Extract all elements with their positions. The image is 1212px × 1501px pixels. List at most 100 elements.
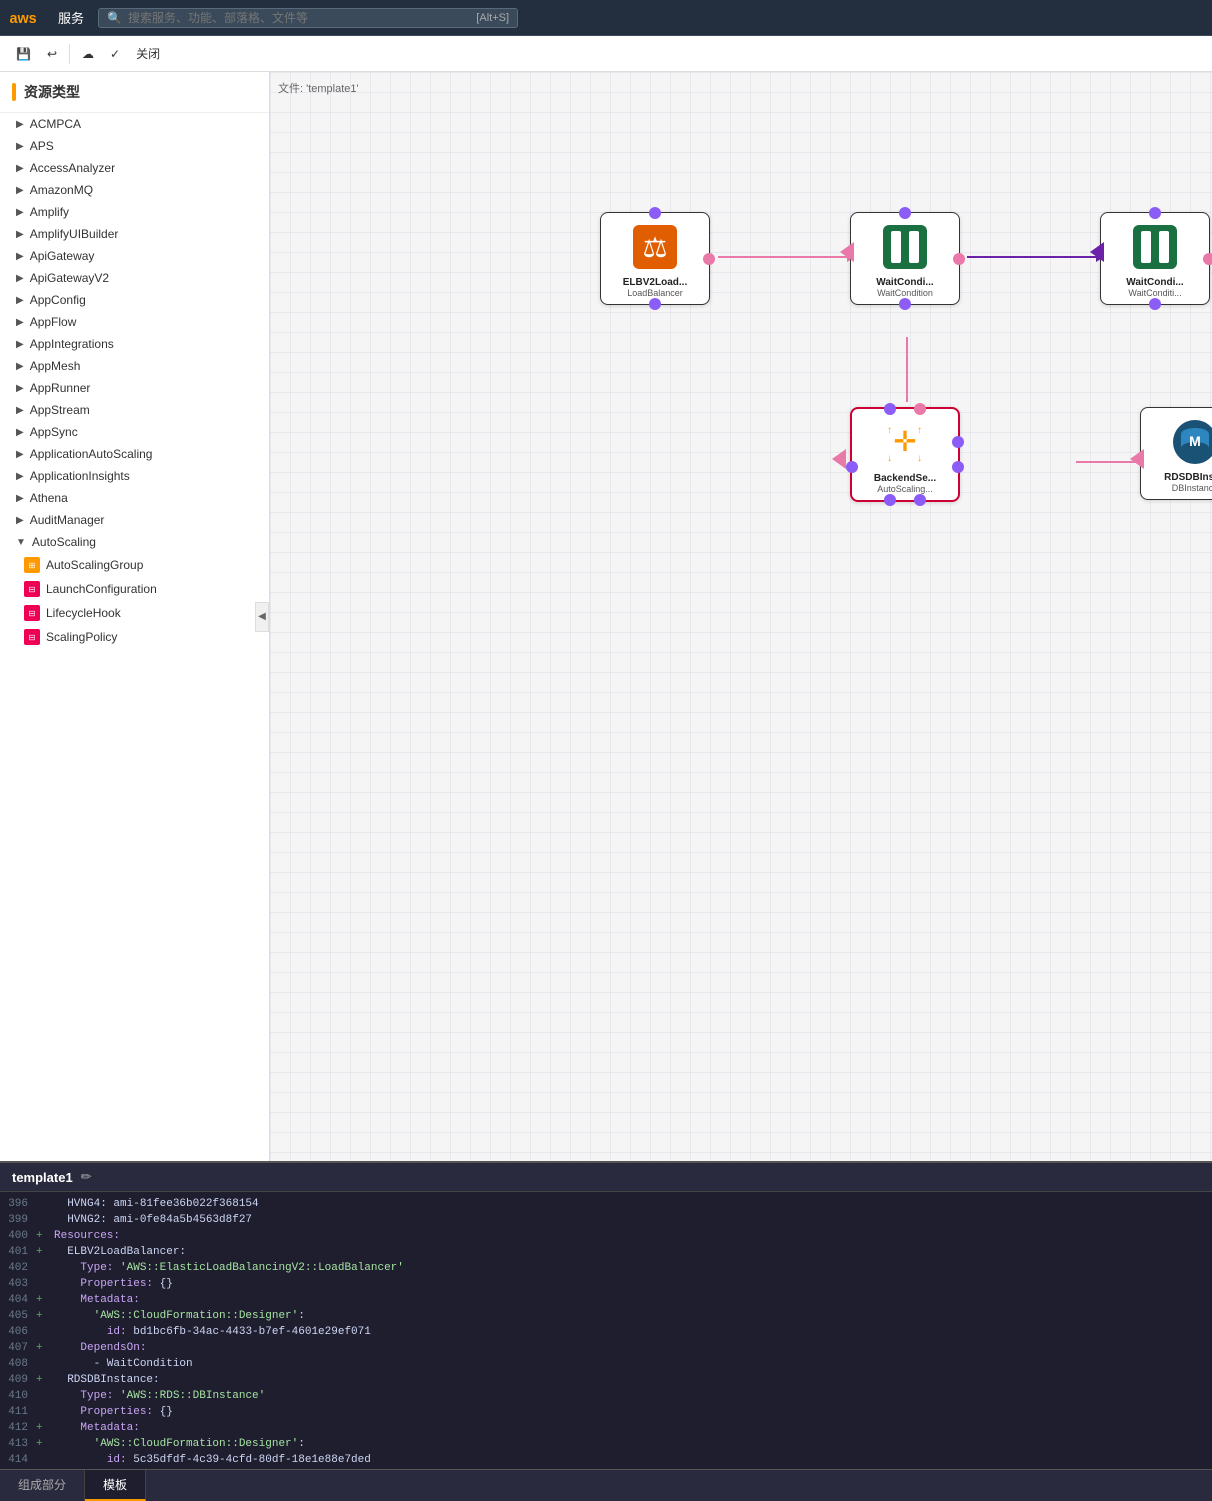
- node-wait1[interactable]: WaitCondi... WaitCondition: [850, 212, 960, 305]
- line-content: Metadata:: [50, 1420, 140, 1436]
- code-line: 410 Type: 'AWS::RDS::DBInstance': [0, 1388, 1212, 1404]
- line-content: Type: 'AWS::RDS::DBInstance': [50, 1388, 265, 1404]
- line-content: 'AWS::CloudFormation::Designer':: [50, 1308, 305, 1324]
- line-sign: [36, 1356, 50, 1372]
- line-number: 404: [0, 1292, 36, 1308]
- arrow-icon: ▶: [16, 295, 24, 306]
- dot-right: [953, 253, 965, 265]
- node-wait1-type: WaitCondition: [857, 288, 953, 298]
- sidebar-item-AmazonMQ[interactable]: ▶ AmazonMQ: [0, 179, 269, 201]
- editor-title: template1: [12, 1170, 73, 1185]
- node-elb[interactable]: ⚖ ELBV2Load... LoadBalancer: [600, 212, 710, 305]
- sidebar-item-AppStream[interactable]: ▶ AppStream: [0, 399, 269, 421]
- node-rds-title: RDSDBInst...: [1147, 472, 1212, 483]
- node-wait2-type: WaitConditi...: [1107, 288, 1203, 298]
- sidebar-item-AccessAnalyzer[interactable]: ▶ AccessAnalyzer: [0, 157, 269, 179]
- arrow-icon: ▶: [16, 449, 24, 460]
- arrow-icon: ▶: [16, 493, 24, 504]
- launch-config-icon: ⊟: [24, 581, 40, 597]
- upload-button[interactable]: ☁: [78, 45, 98, 63]
- arrow-icon: ▶: [16, 207, 24, 218]
- dot-bottom: [1149, 298, 1161, 310]
- sidebar-sub-LaunchConfiguration[interactable]: ⊟ LaunchConfiguration: [0, 577, 269, 601]
- line-number: 407: [0, 1340, 36, 1356]
- sidebar-item-ApplicationInsights[interactable]: ▶ ApplicationInsights: [0, 465, 269, 487]
- sidebar-item-Amplify[interactable]: ▶ Amplify: [0, 201, 269, 223]
- tab-components[interactable]: 组成部分: [0, 1470, 85, 1501]
- line-content: Properties: {}: [50, 1404, 173, 1420]
- sidebar-item-AppSync[interactable]: ▶ AppSync: [0, 421, 269, 443]
- line-content: HVNG4: ami-81fee36b022f368154: [50, 1196, 259, 1212]
- code-line: 401+ ELBV2LoadBalancer:: [0, 1244, 1212, 1260]
- undo-button[interactable]: ↩: [43, 45, 61, 63]
- dot-right: [703, 253, 715, 265]
- code-line: 414 id: 5c35dfdf-4c39-4cfd-80df-18e1e88e…: [0, 1452, 1212, 1468]
- close-button[interactable]: 关闭: [132, 43, 164, 64]
- canvas-area[interactable]: 文件: 'template1' ⚖: [270, 72, 1212, 1161]
- sidebar-item-AppFlow[interactable]: ▶ AppFlow: [0, 311, 269, 333]
- sidebar-item-AuditManager[interactable]: ▶ AuditManager: [0, 509, 269, 531]
- elb-icon: ⚖: [629, 221, 681, 273]
- sidebar-sub-ScalingPolicy[interactable]: ⊟ ScalingPolicy: [0, 625, 269, 649]
- sidebar-item-Athena[interactable]: ▶ Athena: [0, 487, 269, 509]
- save-button[interactable]: 💾: [12, 45, 35, 63]
- code-editor[interactable]: 396 HVNG4: ami-81fee36b022f368154399 HVN…: [0, 1192, 1212, 1469]
- sidebar-item-AppIntegrations[interactable]: ▶ AppIntegrations: [0, 333, 269, 355]
- arrow-icon: ▶: [16, 119, 24, 130]
- search-bar[interactable]: 🔍 [Alt+S]: [98, 8, 518, 28]
- sidebar-item-ApiGateway[interactable]: ▶ ApiGateway: [0, 245, 269, 267]
- code-line: 407+ DependsOn:: [0, 1340, 1212, 1356]
- connections-svg: [270, 72, 1212, 1161]
- dot-rt: [952, 436, 964, 448]
- dot-top: [1149, 207, 1161, 219]
- sidebar-item-APS[interactable]: ▶ APS: [0, 135, 269, 157]
- sidebar-sub-LifecycleHook[interactable]: ⊟ LifecycleHook: [0, 601, 269, 625]
- validate-button[interactable]: ✓: [106, 45, 124, 63]
- line-sign: [36, 1196, 50, 1212]
- dot-top: [649, 207, 661, 219]
- sidebar-item-AppMesh[interactable]: ▶ AppMesh: [0, 355, 269, 377]
- search-input[interactable]: [128, 11, 470, 25]
- sidebar-item-AppConfig[interactable]: ▶ AppConfig: [0, 289, 269, 311]
- svg-text:aws: aws: [9, 11, 36, 27]
- sidebar-collapse-button[interactable]: ◀: [255, 602, 269, 632]
- save-icon: 💾: [16, 47, 31, 61]
- line-content: - WaitCondition: [50, 1356, 193, 1372]
- sidebar-item-AutoScaling[interactable]: ▼ AutoScaling: [0, 531, 269, 553]
- arrow-icon: ▶: [16, 185, 24, 196]
- tab-template[interactable]: 模板: [85, 1470, 146, 1501]
- arrow-icon: ▶: [16, 515, 24, 526]
- services-menu[interactable]: 服务: [52, 8, 90, 27]
- node-wait2[interactable]: WaitCondi... WaitConditi...: [1100, 212, 1210, 305]
- line-content: Properties: {}: [50, 1276, 173, 1292]
- line-sign: +: [36, 1372, 50, 1388]
- line-content: ELBV2LoadBalancer:: [50, 1244, 186, 1260]
- line-sign: +: [36, 1292, 50, 1308]
- line-number: 400: [0, 1228, 36, 1244]
- line-number: 406: [0, 1324, 36, 1340]
- sidebar-sub-AutoScalingGroup[interactable]: ⊞ AutoScalingGroup: [0, 553, 269, 577]
- sidebar-item-ApiGatewayV2[interactable]: ▶ ApiGatewayV2: [0, 267, 269, 289]
- arrow-icon: ▶: [16, 471, 24, 482]
- code-line: 411 Properties: {}: [0, 1404, 1212, 1420]
- edit-icon[interactable]: ✏: [81, 1169, 92, 1185]
- line-sign: +: [36, 1244, 50, 1260]
- node-backend[interactable]: ✛ ↑ ↑ ↓ ↓ BackendSe... AutoScaling...: [850, 407, 960, 502]
- sidebar-item-AmplifyUIBuilder[interactable]: ▶ AmplifyUIBuilder: [0, 223, 269, 245]
- sidebar-item-ACMPCA[interactable]: ▶ ACMPCA: [0, 113, 269, 135]
- code-line: 396 HVNG4: ami-81fee36b022f368154: [0, 1196, 1212, 1212]
- line-number: 412: [0, 1420, 36, 1436]
- line-number: 408: [0, 1356, 36, 1372]
- validate-icon: ✓: [110, 47, 120, 61]
- node-backend-title: BackendSe...: [858, 473, 952, 484]
- svg-text:↑: ↑: [887, 425, 892, 436]
- node-rds[interactable]: M RDSDBInst... DBInstance: [1140, 407, 1212, 500]
- sidebar-item-ApplicationAutoScaling[interactable]: ▶ ApplicationAutoScaling: [0, 443, 269, 465]
- line-content: id: bd1bc6fb-34ac-4433-b7ef-4601e29ef071: [50, 1324, 371, 1340]
- wait2-icon: [1129, 221, 1181, 273]
- line-number: 414: [0, 1452, 36, 1468]
- canvas-label: 文件: 'template1': [278, 80, 359, 96]
- line-content: RDSDBInstance:: [50, 1372, 160, 1388]
- sidebar-header: 资源类型: [0, 72, 269, 113]
- sidebar-item-AppRunner[interactable]: ▶ AppRunner: [0, 377, 269, 399]
